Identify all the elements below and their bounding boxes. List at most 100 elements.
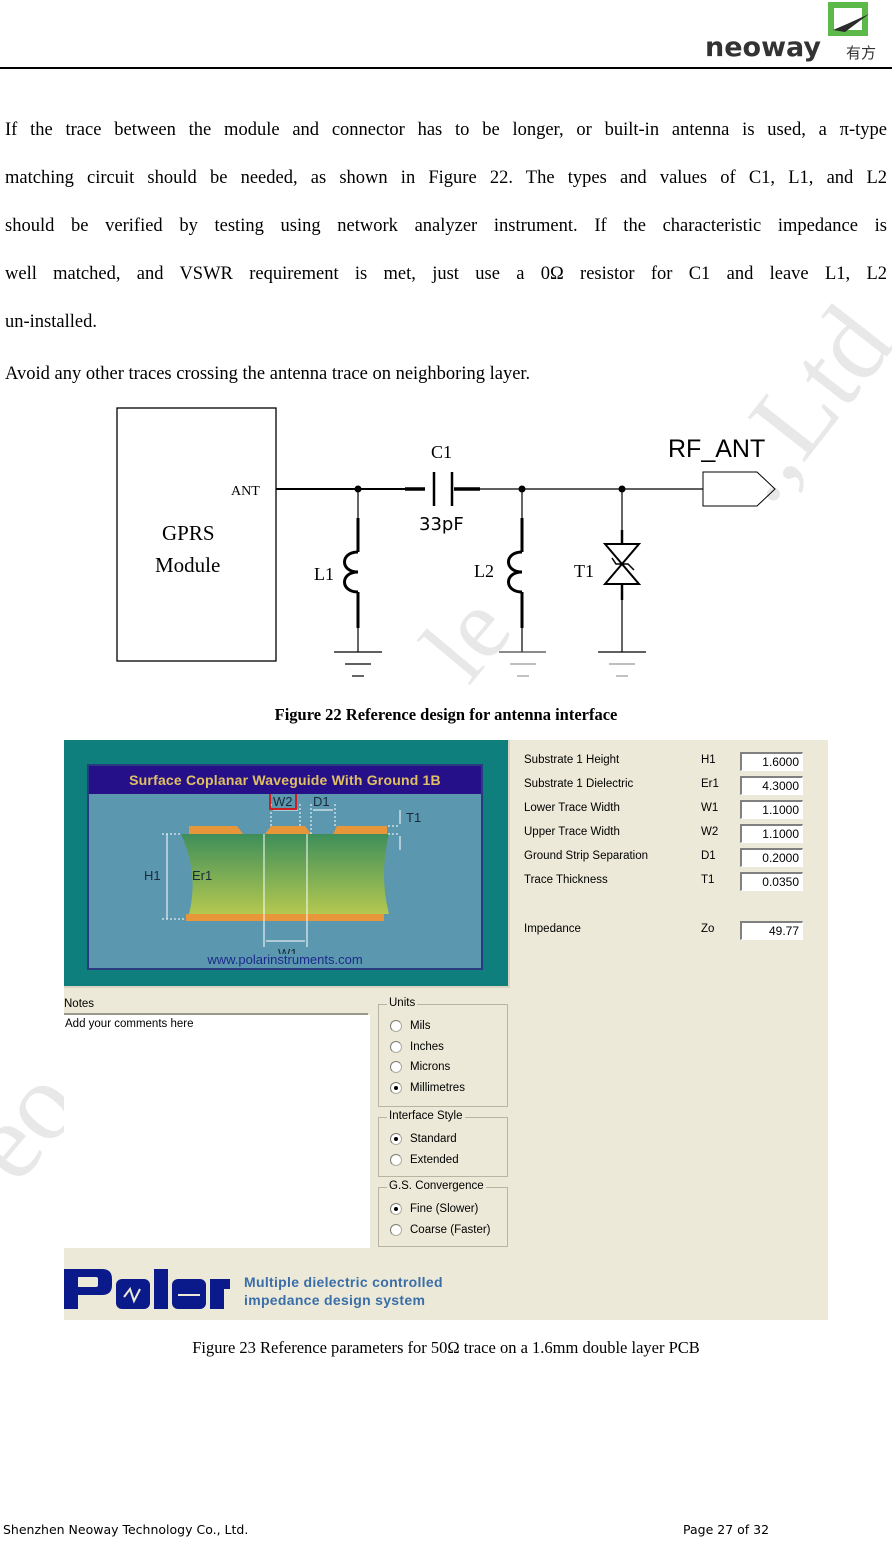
radio-mils[interactable]: Mils (390, 1017, 430, 1035)
radio-button-icon[interactable] (390, 1061, 402, 1073)
param-symbol: D1 (701, 850, 716, 862)
radio-label: Coarse (Faster) (410, 1224, 491, 1236)
radio-label: Microns (410, 1061, 451, 1073)
param-symbol: Er1 (701, 778, 719, 790)
radio-label: Millimetres (410, 1082, 465, 1094)
polar-url: www.polarinstruments.com (207, 952, 363, 967)
radio-label: Mils (410, 1020, 431, 1032)
radio-button-icon[interactable] (390, 1224, 402, 1236)
t1-input[interactable] (740, 872, 803, 891)
gs-convergence-group: G.S. Convergence Fine (Slower) Coarse (F… (378, 1180, 508, 1247)
radio-label: Extended (410, 1154, 459, 1166)
param-label: Trace Thickness (524, 874, 608, 886)
cross-section-diagram: Surface Coplanar Waveguide With Ground 1… (64, 740, 510, 988)
polar-tagline-line1: Multiple dielectric controlled (244, 1274, 443, 1290)
d1-input[interactable] (740, 848, 803, 867)
notes-label: Notes (64, 998, 95, 1010)
impedance-symbol: Zo (701, 923, 715, 935)
param-row-w1: Lower Trace Width W1 (524, 800, 824, 822)
units-group: Units Mils Inches Microns Millimetres (378, 997, 508, 1107)
radio-inches[interactable]: Inches (390, 1038, 444, 1056)
param-label: Upper Trace Width (524, 826, 620, 838)
header-rule (0, 67, 892, 69)
paragraph-matching-circuit: If the trace between the module and conn… (5, 106, 887, 346)
footer-company: Shenzhen Neoway Technology Co., Ltd. (3, 1522, 249, 1537)
logo-text: neoway (705, 32, 822, 63)
param-symbol: T1 (701, 874, 715, 886)
text-line: well matched, and VSWR requirement is me… (5, 264, 887, 284)
polar-logo (64, 1269, 230, 1309)
c1-label: C1 (431, 442, 452, 462)
signal-trace (265, 826, 311, 834)
param-symbol: W1 (701, 802, 719, 814)
param-row-impedance: Impedance Zo (524, 921, 824, 943)
interface-style-group: Interface Style Standard Extended (378, 1110, 508, 1177)
param-label: Lower Trace Width (524, 802, 620, 814)
radio-fine[interactable]: Fine (Slower) (390, 1200, 478, 1218)
rf-ant-port-icon (702, 471, 776, 507)
impedance-output[interactable] (740, 921, 803, 940)
c1-value: 33pF (419, 514, 464, 535)
ground-strip-right (333, 826, 387, 834)
notes-textarea[interactable]: Add your comments here (64, 1015, 370, 1248)
gs-convergence-legend: G.S. Convergence (387, 1180, 486, 1192)
radio-label: Standard (410, 1133, 457, 1145)
radio-microns[interactable]: Microns (390, 1058, 450, 1076)
label-t1: T1 (406, 810, 421, 825)
radio-button-selected-icon[interactable] (390, 1203, 402, 1215)
param-row-d1: Ground Strip Separation D1 (524, 848, 824, 870)
param-label: Substrate 1 Dielectric (524, 778, 634, 790)
module-label-gprs: GPRS (162, 521, 215, 545)
text-line: If the trace between the module and conn… (5, 120, 887, 140)
ground-strip-left (189, 826, 243, 834)
param-label: Substrate 1 Height (524, 754, 620, 766)
figure22-caption: Figure 22 Reference design for antenna i… (274, 705, 618, 724)
w2-input[interactable] (740, 824, 803, 843)
junction-dot (354, 485, 362, 493)
text-line: Avoid any other traces crossing the ante… (5, 364, 531, 384)
h1-input[interactable] (740, 752, 803, 771)
text-line: un-installed. (5, 312, 97, 332)
junction-dot (618, 485, 626, 493)
inductor-l1-icon (343, 550, 359, 594)
radio-millimetres[interactable]: Millimetres (390, 1079, 465, 1097)
page-header: neoway 有方 (0, 0, 892, 70)
l2-label: L2 (474, 561, 494, 581)
param-symbol: H1 (701, 754, 716, 766)
radio-button-selected-icon[interactable] (390, 1133, 402, 1145)
label-w2: W2 (273, 794, 293, 809)
waveguide-cross-section: W2 D1 T1 H1 Er1 W1 (144, 794, 421, 954)
ground-plane (186, 914, 384, 921)
radio-label: Inches (410, 1041, 444, 1053)
er1-input[interactable] (740, 776, 803, 795)
radio-button-icon[interactable] (390, 1041, 402, 1053)
radio-button-icon[interactable] (390, 1020, 402, 1032)
impedance-label: Impedance (524, 923, 581, 935)
radio-coarse[interactable]: Coarse (Faster) (390, 1221, 491, 1239)
radio-button-selected-icon[interactable] (390, 1082, 402, 1094)
diagram-title: Surface Coplanar Waveguide With Ground 1… (89, 766, 481, 794)
param-label: Ground Strip Separation (524, 850, 649, 862)
figure23-caption: Figure 23 Reference parameters for 50Ω t… (192, 1338, 700, 1357)
t1-label: T1 (574, 561, 594, 581)
inductor-l2-icon (507, 550, 523, 594)
label-d1: D1 (313, 794, 330, 809)
logo-cn-text: 有方 (846, 44, 877, 62)
radio-standard[interactable]: Standard (390, 1130, 457, 1148)
param-row-er1: Substrate 1 Dielectric Er1 (524, 776, 824, 798)
param-row-w2: Upper Trace Width W2 (524, 824, 824, 846)
param-symbol: W2 (701, 826, 719, 838)
rf-ant-label: RF_ANT (668, 435, 765, 463)
w1-input[interactable] (740, 800, 803, 819)
label-h1: H1 (144, 868, 161, 883)
polar-branding: Multiple dielectric controlled impedance… (64, 1265, 828, 1315)
radio-button-icon[interactable] (390, 1154, 402, 1166)
units-legend: Units (387, 997, 418, 1009)
polar-si-panel: Surface Coplanar Waveguide With Ground 1… (64, 740, 828, 1320)
neoway-logo: neoway 有方 (703, 0, 892, 66)
footer-page-number: Page 27 of 32 (683, 1522, 770, 1537)
label-er1: Er1 (192, 868, 212, 883)
logo-check-icon (833, 14, 869, 32)
radio-extended[interactable]: Extended (390, 1151, 459, 1169)
junction-dot (518, 485, 526, 493)
